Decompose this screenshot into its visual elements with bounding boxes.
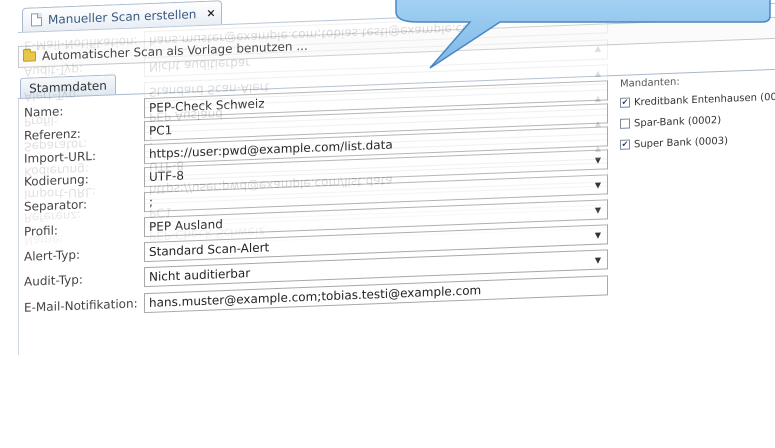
chevron-down-icon[interactable]: ▼: [589, 175, 607, 194]
profil-value: PEP Ausland: [149, 217, 223, 234]
mandant-label: Kreditbank Entenhausen (0001): [634, 90, 775, 108]
checkbox-checked-icon[interactable]: ✔: [620, 97, 630, 108]
chevron-down-icon[interactable]: ▼: [589, 225, 607, 244]
separator-label: Separator:: [24, 197, 88, 214]
profil-label: Profil:: [24, 223, 58, 239]
name-label: Name:: [24, 104, 64, 120]
email-label: E-Mail-Notifikation:: [24, 296, 138, 315]
audit-typ-label: Audit-Typ:: [24, 272, 83, 289]
chevron-down-icon[interactable]: ▼: [589, 200, 607, 219]
alert-typ-label: Alert-Typ:: [24, 247, 81, 264]
chevron-down-icon[interactable]: ▼: [589, 250, 607, 269]
referenz-label: Referenz:: [24, 126, 81, 143]
tab-manual-scan[interactable]: Manueller Scan erstellen ×: [22, 0, 222, 32]
mandant-label: Spar-Bank (0002): [634, 114, 722, 129]
close-icon[interactable]: ×: [206, 6, 215, 19]
kodierung-value: UTF-8: [149, 168, 184, 184]
mandant-label: Super Bank (0003): [634, 135, 729, 150]
checkbox-unchecked-icon[interactable]: [620, 118, 630, 129]
checkbox-checked-icon[interactable]: ✔: [620, 139, 630, 150]
chevron-down-icon[interactable]: ▼: [589, 150, 607, 169]
tab-title: Manueller Scan erstellen: [48, 6, 197, 27]
audit-typ-value: Nicht auditierbar: [149, 266, 251, 284]
import-url-label: Import-URL:: [24, 149, 97, 166]
folder-icon: [23, 51, 36, 62]
separator-value: ;: [149, 194, 154, 209]
kodierung-label: Kodierung:: [24, 172, 89, 189]
alert-typ-value: Standard Scan-Alert: [149, 240, 270, 259]
screenshot-stage: Manueller Scan erstellen × Automatischer…: [0, 0, 775, 448]
document-icon: [31, 13, 42, 27]
template-label: Automatischer Scan als Vorlage benutzen …: [42, 38, 308, 64]
mandanten-label: Mandanten:: [620, 76, 680, 90]
scan-editor-panel: Manueller Scan erstellen × Automatischer…: [18, 0, 775, 356]
